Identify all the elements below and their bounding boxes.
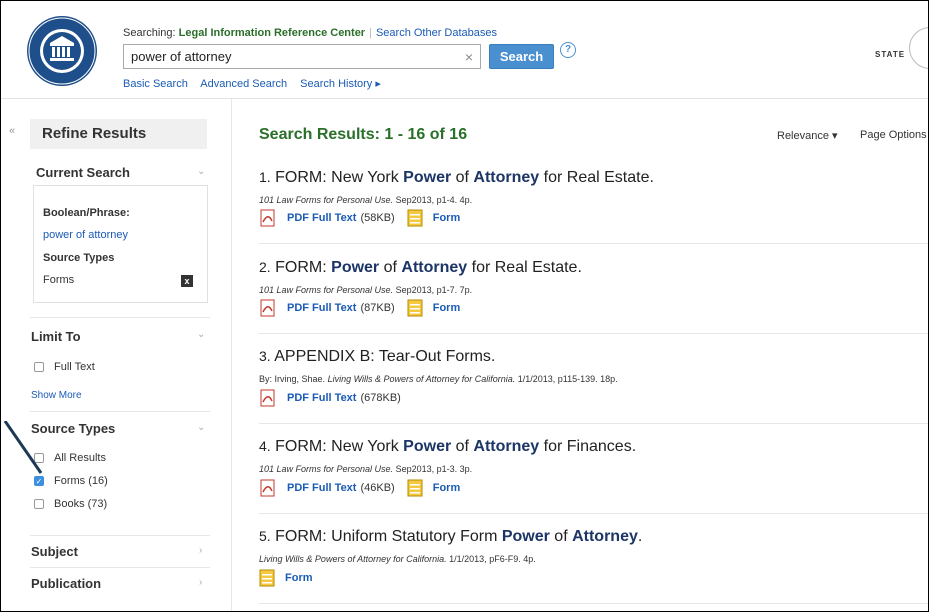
books-label: Books (73) [54,498,108,510]
result-title-4[interactable]: 4. FORM: New York Power of Attorney for … [259,438,636,456]
legal-information-reference-center-logo[interactable] [26,15,98,87]
pdf-full-text-link[interactable]: PDF Full Text [287,302,356,314]
result-links-5: Form [259,569,313,587]
result-links-2: PDF Full Text (87KB) Form [259,299,460,317]
result-title-2[interactable]: 2. FORM: Power of Attorney for Real Esta… [259,259,582,277]
help-icon[interactable]: ? [560,42,576,58]
pdf-full-text-link[interactable]: PDF Full Text [287,392,356,404]
result-links-4: PDF Full Text (46KB) Form [259,479,460,497]
chevron-right-icon[interactable]: › [199,545,202,556]
result-source-4: 101 Law Forms for Personal Use. Sep2013,… [259,464,473,474]
divider [30,535,210,536]
divider [30,317,210,318]
form-icon[interactable] [407,209,423,227]
pdf-size: (58KB) [360,212,395,224]
pdf-full-text-link[interactable]: PDF Full Text [287,482,356,494]
clear-icon[interactable]: × [465,49,473,65]
current-search-title[interactable]: Current Search [36,165,130,180]
pdf-size: (678KB) [360,392,401,404]
result-source-1: 101 Law Forms for Personal Use. Sep2013,… [259,195,473,205]
result-source-5: Living Wills & Powers of Attorney for Ca… [259,554,536,564]
result-divider [259,603,928,604]
form-link[interactable]: Form [433,212,461,224]
refine-results-title: Refine Results [30,119,207,149]
form-icon[interactable] [407,299,423,317]
source-option-books[interactable]: Books (73) [34,498,107,510]
all-results-label: All Results [54,452,106,464]
sort-relevance-dropdown[interactable]: Relevance ▾ [777,129,838,142]
search-mode-links: Basic Search Advanced Search Search Hist… [123,77,391,90]
search-box: × [123,44,481,69]
result-divider [259,333,928,334]
result-links-1: PDF Full Text (58KB) Form [259,209,460,227]
collapse-sidebar-icon[interactable]: « [9,125,15,137]
remove-filter-icon[interactable]: x [181,275,193,287]
search-results-title: Search Results: 1 - 16 of 16 [259,126,468,143]
state-text: STATE [875,50,906,59]
pdf-icon[interactable] [259,389,277,407]
result-divider [259,513,928,514]
full-text-label: Full Text [54,361,95,373]
publication-title[interactable]: Publication [31,576,101,591]
pdf-icon[interactable] [259,479,277,497]
form-link[interactable]: Form [285,572,313,584]
subject-title[interactable]: Subject [31,544,78,559]
result-title-5[interactable]: 5. FORM: Uniform Statutory Form Power of… [259,528,642,546]
boolean-phrase-label: Boolean/Phrase: [43,207,130,219]
chevron-down-icon[interactable]: ⌄ [197,166,205,177]
result-title-3[interactable]: 3. APPENDIX B: Tear-Out Forms. [259,348,495,366]
limit-to-title[interactable]: Limit To [31,329,81,344]
pdf-icon[interactable] [259,209,277,227]
page-frame: Searching: Legal Information Reference C… [0,0,929,612]
form-link[interactable]: Form [433,482,461,494]
divider [30,411,210,412]
result-links-3: PDF Full Text (678KB) [259,389,413,407]
annotation-arrow-line [3,421,43,474]
search-history-link[interactable]: Search History ▸ [300,78,381,90]
result-divider [259,243,928,244]
full-text-checkbox[interactable] [34,362,44,372]
state-seal-icon [909,27,928,69]
source-types-label: Source Types [43,252,115,264]
result-source-3: By: Irving, Shae. Living Wills & Powers … [259,374,618,384]
form-icon[interactable] [407,479,423,497]
pdf-size: (87KB) [360,302,395,314]
basic-search-link[interactable]: Basic Search [123,78,188,90]
boolean-phrase-value[interactable]: power of attorney [43,229,128,241]
pdf-icon[interactable] [259,299,277,317]
source-types-value: Forms [43,274,75,286]
chevron-down-icon[interactable]: ⌄ [197,329,205,340]
header: Searching: Legal Information Reference C… [1,1,928,99]
divider [30,567,210,568]
pdf-full-text-link[interactable]: PDF Full Text [287,212,356,224]
chevron-down-icon[interactable]: ⌄ [197,422,205,433]
searching-line: Searching: Legal Information Reference C… [123,27,498,39]
search-other-databases-link[interactable]: Search Other Databases [376,27,497,39]
form-icon[interactable] [259,569,275,587]
page-options-button[interactable]: Page Options [860,129,927,141]
search-button[interactable]: Search [489,44,554,69]
result-source-2: 101 Law Forms for Personal Use. Sep2013,… [259,285,473,295]
chevron-right-icon[interactable]: › [199,577,202,588]
books-checkbox[interactable] [34,499,44,509]
forms-label: Forms (16) [54,475,108,487]
form-link[interactable]: Form [433,302,461,314]
searching-prefix: Searching: [123,27,176,39]
advanced-search-link[interactable]: Advanced Search [200,78,287,90]
current-database: Legal Information Reference Center [178,27,366,39]
show-more-link[interactable]: Show More [31,390,82,401]
search-input[interactable] [124,45,451,67]
full-text-option[interactable]: Full Text [34,361,95,373]
result-divider [259,423,928,424]
pdf-size: (46KB) [360,482,395,494]
result-title-1[interactable]: 1. FORM: New York Power of Attorney for … [259,169,654,187]
